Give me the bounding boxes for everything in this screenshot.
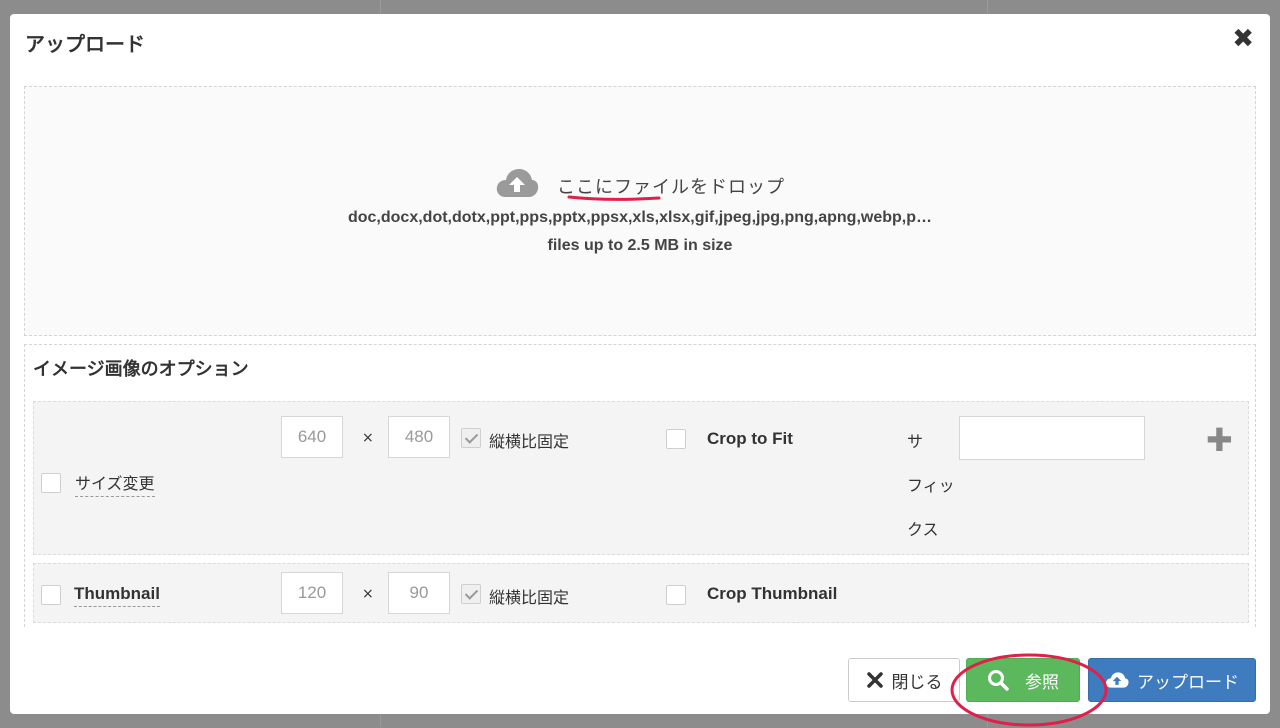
crop-thumbnail-checkbox[interactable]: [666, 585, 686, 605]
add-resize-icon[interactable]: ✚: [1206, 424, 1233, 456]
resize-keep-ratio-checkbox[interactable]: [461, 428, 481, 448]
image-options-panel: イメージ画像のオプション サイズ変更 640 × 480 縦横比固定 Crop …: [24, 344, 1256, 627]
thumbnail-keep-ratio-checkbox[interactable]: [461, 584, 481, 604]
image-options-title: イメージ画像のオプション: [33, 359, 249, 380]
crop-to-fit-checkbox[interactable]: [666, 429, 686, 449]
times-symbol: ×: [362, 586, 374, 602]
keep-ratio-label: 縦横比固定: [489, 588, 570, 607]
thumbnail-height-input[interactable]: 90: [388, 572, 450, 614]
suffix-label-line-2: フィッ: [907, 476, 955, 495]
thumbnail-width-input[interactable]: 120: [281, 572, 343, 614]
upload-button[interactable]: アップロード: [1088, 658, 1256, 702]
upload-button-label: アップロード: [1137, 672, 1239, 693]
upload-dialog: アップロード ✖ ここにファイルをドロップ doc,docx,dot,dotx,…: [10, 14, 1270, 727]
crop-thumbnail-label: Crop Thumbnail: [707, 584, 838, 603]
file-drop-zone[interactable]: ここにファイルをドロップ doc,docx,dot,dotx,ppt,pps,p…: [24, 86, 1256, 336]
size-limit: files up to 2.5 MB in size: [547, 237, 733, 254]
resize-width-input[interactable]: 640: [281, 416, 343, 458]
suffix-label-line-3: クス: [907, 520, 939, 539]
resize-height-input[interactable]: 480: [388, 416, 450, 458]
close-button-label: 閉じる: [891, 672, 943, 693]
resize-option-row: サイズ変更 640 × 480 縦横比固定 Crop to Fit サ フィッ …: [33, 401, 1249, 555]
close-icon[interactable]: ✖: [1232, 24, 1254, 54]
close-x-icon: [866, 671, 884, 689]
suffix-label-line-1: サ: [907, 432, 924, 451]
dialog-title: アップロード: [25, 32, 145, 56]
close-button[interactable]: 閉じる: [848, 658, 960, 702]
cloud-upload-icon: [495, 167, 539, 204]
thumbnail-option-row: Thumbnail 120 × 90 縦横比固定 Crop Thumbnail: [33, 563, 1249, 623]
allowed-extensions: doc,docx,dot,dotx,ppt,pps,pptx,ppsx,xls,…: [347, 209, 932, 226]
red-underline-annotation: [567, 195, 661, 201]
thumbnail-checkbox[interactable]: [41, 585, 61, 605]
resize-checkbox[interactable]: [41, 473, 61, 493]
red-circle-annotation: [950, 653, 1108, 727]
keep-ratio-label: 縦横比固定: [489, 432, 570, 451]
thumbnail-label: Thumbnail: [74, 584, 160, 607]
times-symbol: ×: [362, 430, 374, 446]
suffix-input[interactable]: [959, 416, 1145, 460]
resize-label: サイズ変更: [75, 470, 155, 497]
crop-to-fit-label: Crop to Fit: [707, 429, 793, 448]
